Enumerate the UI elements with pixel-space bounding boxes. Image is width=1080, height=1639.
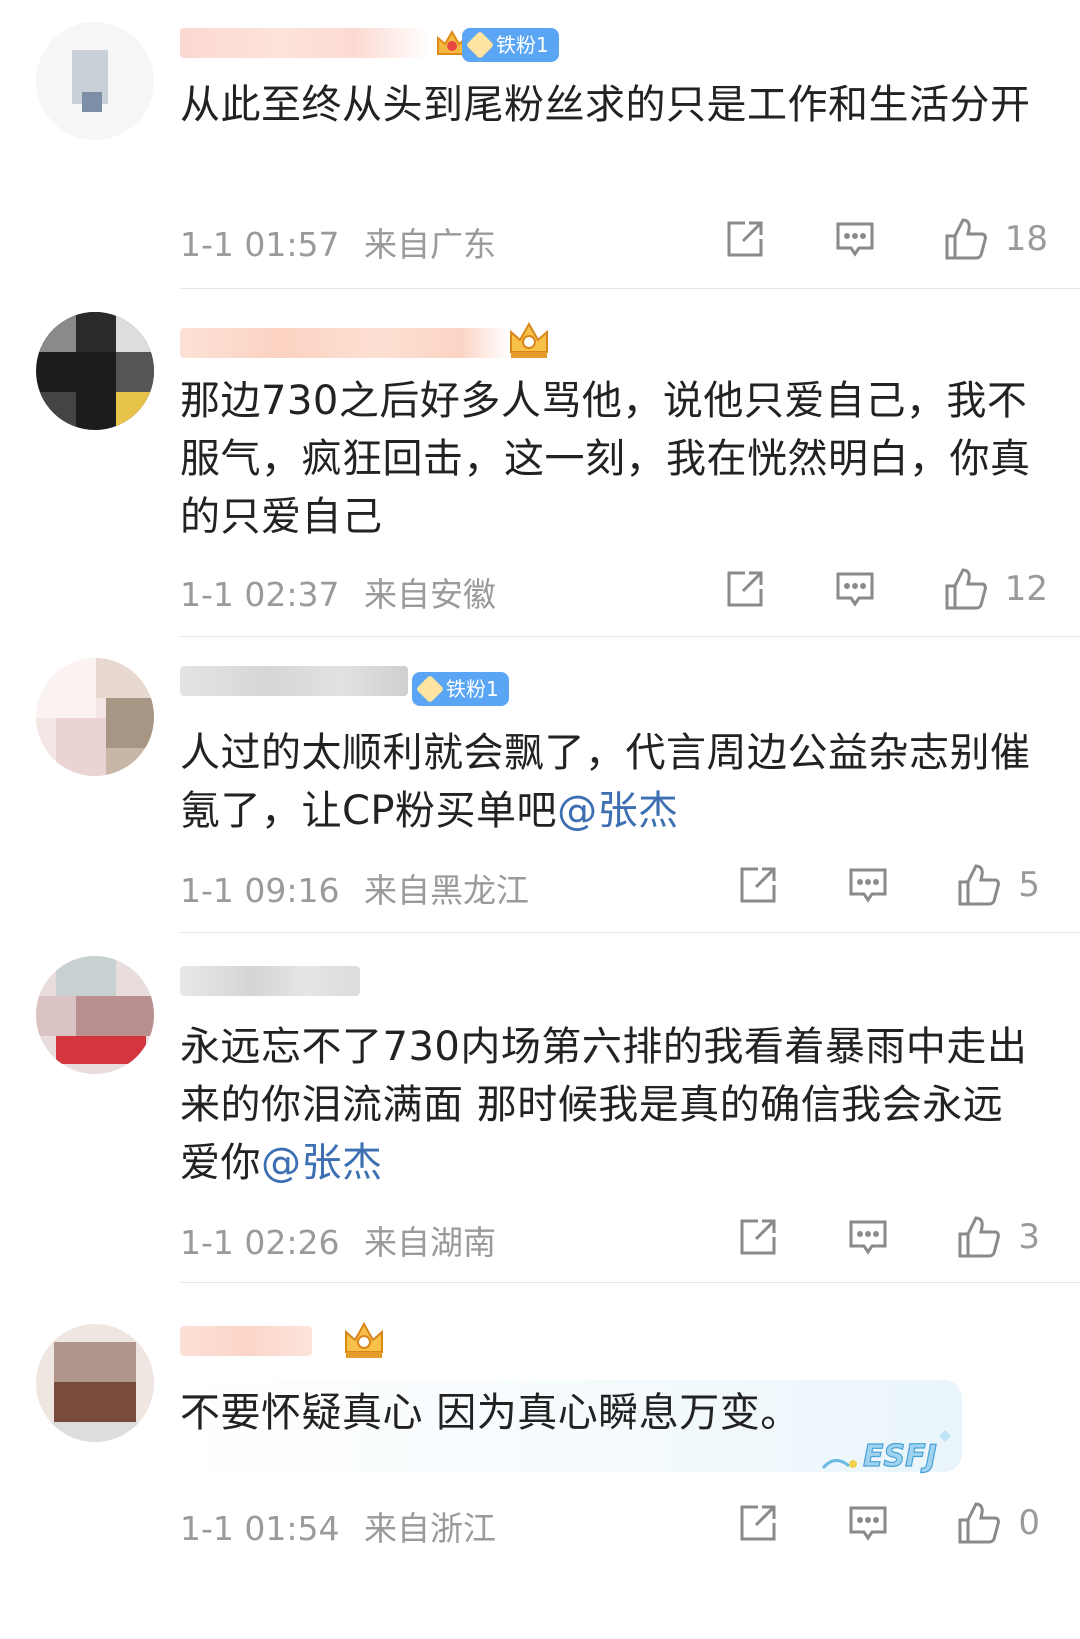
- reply-button[interactable]: [846, 1215, 890, 1259]
- comment-meta: 1-1 02:26 来自湖南: [180, 1216, 496, 1264]
- comment-icon: [836, 572, 874, 607]
- avatar[interactable]: [36, 312, 154, 430]
- mention-link[interactable]: @张杰: [557, 788, 679, 834]
- avatar[interactable]: [36, 22, 154, 140]
- comment-meta: 1-1 09:16 来自黑龙江: [180, 864, 529, 912]
- comment-actions: 3: [736, 1214, 1040, 1260]
- comment-actions: 0: [736, 1500, 1040, 1546]
- comment-location: 来自浙江: [364, 1509, 496, 1548]
- comment-location: 来自广东: [364, 225, 496, 264]
- bubble-sticker: ESFJ: [815, 1420, 975, 1480]
- sticker-text: ESFJ: [863, 1439, 937, 1474]
- like-count: 0: [1018, 1503, 1040, 1543]
- like-icon: [958, 1216, 1001, 1258]
- mention-link[interactable]: @张杰: [261, 1140, 383, 1186]
- comment-actions: 12: [723, 566, 1048, 612]
- reply-button[interactable]: [846, 1501, 890, 1545]
- comment-icon: [849, 868, 887, 903]
- share-button[interactable]: [736, 1501, 780, 1545]
- comment-text: 永远忘不了730内场第六排的我看着暴雨中走出来的你泪流满面 那时候我是真的确信我…: [180, 1018, 1040, 1192]
- like-button[interactable]: 12: [943, 566, 1048, 612]
- comment-location: 来自湖南: [364, 1223, 496, 1262]
- comment-icon: [836, 222, 874, 257]
- divider: [180, 288, 1080, 289]
- like-count: 3: [1018, 1217, 1040, 1257]
- comment-location: 来自黑龙江: [364, 871, 529, 910]
- comment-item: 铁粉1 人过的太顺利就会飘了，代言周边公益杂志别催氪了，让CP粉买单吧@张杰 1…: [0, 638, 1080, 934]
- comment-actions: 5: [736, 862, 1040, 908]
- divider: [180, 1282, 1080, 1283]
- fan-badge[interactable]: 铁粉1: [462, 28, 559, 62]
- like-icon: [945, 218, 987, 260]
- reply-button[interactable]: [833, 567, 877, 611]
- comment-item: 永远忘不了730内场第六排的我看着暴雨中走出来的你泪流满面 那时候我是真的确信我…: [0, 934, 1080, 1284]
- comment-meta: 1-1 02:37 来自安徽: [180, 568, 496, 616]
- comment-icon: [849, 1220, 887, 1255]
- like-count: 5: [1018, 865, 1040, 905]
- avatar[interactable]: [36, 658, 154, 776]
- share-icon: [740, 1219, 776, 1255]
- fan-badge[interactable]: 铁粉1: [412, 672, 509, 706]
- crown-icon: [505, 318, 553, 358]
- reply-button[interactable]: [846, 863, 890, 907]
- share-icon: [727, 221, 763, 257]
- diamond-badge-icon: [465, 30, 495, 60]
- comment-time: 1-1 01:57: [180, 225, 340, 264]
- like-button[interactable]: 5: [956, 862, 1040, 908]
- share-icon: [740, 1505, 776, 1541]
- username[interactable]: [180, 1320, 320, 1360]
- diamond-badge-icon: [415, 674, 445, 704]
- comment-text: 从此至终从头到尾粉丝求的只是工作和生活分开: [180, 82, 1031, 128]
- comment-text: 那边730之后好多人骂他，说他只爱自己，我不服气，疯狂回击，这一刻，我在恍然明白…: [180, 378, 1031, 540]
- comment-location: 来自安徽: [364, 575, 496, 614]
- comment-item: 那边730之后好多人骂他，说他只爱自己，我不服气，疯狂回击，这一刻，我在恍然明白…: [0, 290, 1080, 638]
- reply-button[interactable]: [833, 217, 877, 261]
- comment-time: 1-1 02:37: [180, 575, 340, 614]
- username[interactable]: [180, 960, 380, 1000]
- like-count: 18: [1004, 219, 1048, 259]
- share-button[interactable]: [723, 217, 767, 261]
- avatar[interactable]: [36, 1324, 154, 1442]
- username[interactable]: [180, 660, 420, 700]
- like-count: 12: [1004, 569, 1048, 609]
- comment-meta: 1-1 01:57 来自广东: [180, 218, 496, 266]
- share-button[interactable]: [723, 567, 767, 611]
- divider: [180, 932, 1080, 933]
- like-button[interactable]: 3: [956, 1214, 1040, 1260]
- share-button[interactable]: [736, 1215, 780, 1259]
- comment-time: 1-1 02:26: [180, 1223, 340, 1262]
- username[interactable]: [180, 322, 520, 362]
- divider: [180, 636, 1080, 637]
- share-icon: [727, 571, 763, 607]
- comment-time: 1-1 01:54: [180, 1509, 340, 1548]
- crown-icon: [340, 1318, 388, 1358]
- comment-item: 铁粉1 从此至终从头到尾粉丝求的只是工作和生活分开 1-1 01:57 来自广东…: [0, 0, 1080, 290]
- comment-meta: 1-1 01:54 来自浙江: [180, 1502, 496, 1550]
- like-button[interactable]: 18: [943, 216, 1048, 262]
- like-button[interactable]: 0: [956, 1500, 1040, 1546]
- like-icon: [945, 568, 987, 610]
- comment-time: 1-1 09:16: [180, 871, 340, 910]
- like-icon: [958, 864, 1001, 906]
- share-button[interactable]: [736, 863, 780, 907]
- share-icon: [740, 867, 776, 903]
- avatar[interactable]: [36, 956, 154, 1074]
- like-icon: [958, 1502, 1001, 1544]
- comment-icon: [849, 1506, 887, 1541]
- comment-actions: 18: [723, 216, 1048, 262]
- comment-text: 人过的太顺利就会飘了，代言周边公益杂志别催氪了，让CP粉买单吧@张杰: [180, 724, 1040, 840]
